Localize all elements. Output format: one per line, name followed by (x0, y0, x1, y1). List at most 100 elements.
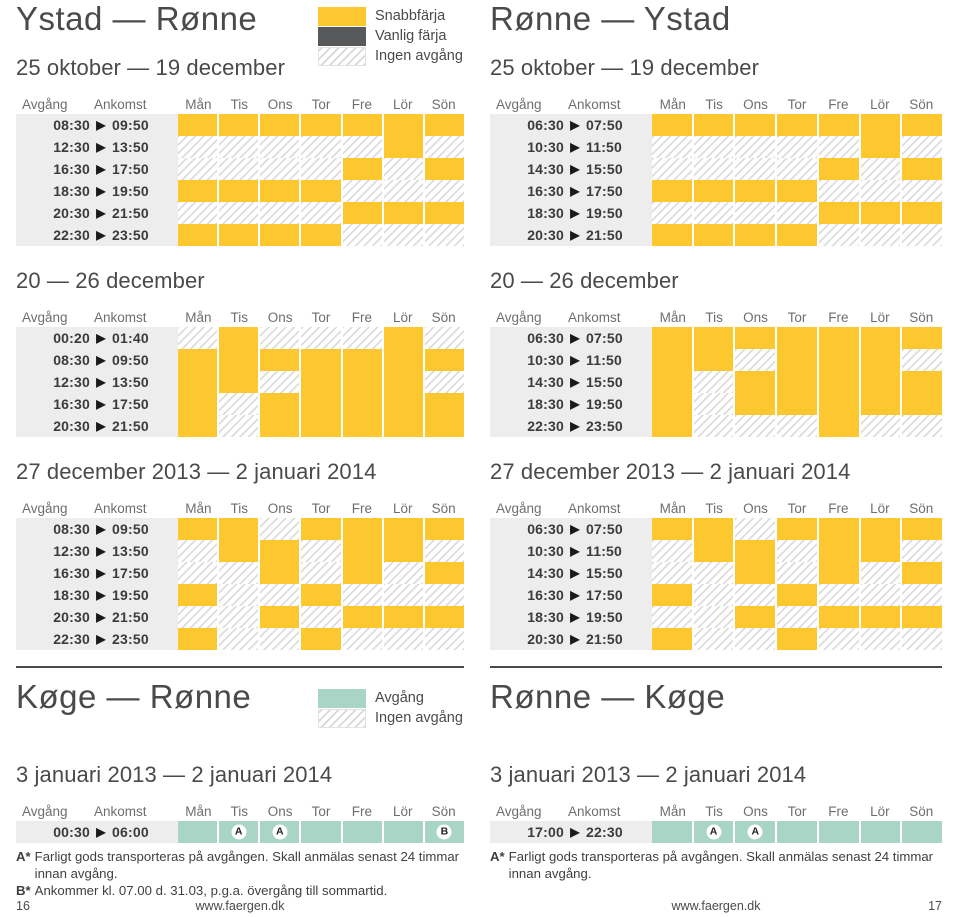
departure-cell-tis[interactable] (693, 517, 734, 540)
departure-cell-ons[interactable] (260, 561, 300, 584)
no-departure-cell-sön[interactable] (424, 583, 464, 606)
departure-cell-tor[interactable] (301, 113, 341, 136)
no-departure-cell-fre[interactable] (818, 583, 859, 606)
departure-cell-tor[interactable] (777, 370, 817, 393)
no-departure-cell-fre[interactable] (818, 135, 859, 158)
no-departure-cell-sön[interactable] (902, 135, 943, 158)
departure-cell-sön[interactable] (424, 201, 464, 224)
no-departure-cell-mån[interactable] (652, 539, 692, 562)
no-departure-cell-tis[interactable] (693, 627, 734, 650)
no-departure-cell-mån[interactable] (652, 157, 692, 180)
departure-cell-fre[interactable] (818, 201, 859, 224)
departure-cell-ons[interactable] (735, 539, 776, 562)
no-departure-cell-mån[interactable] (178, 157, 218, 180)
departure-cell-mån[interactable] (652, 223, 692, 246)
departure-cell-fre[interactable] (818, 157, 859, 180)
departure-cell-fre[interactable] (818, 414, 859, 437)
no-departure-cell-lör[interactable] (383, 179, 423, 202)
no-departure-cell-tor[interactable] (777, 561, 817, 584)
departure-cell-fre[interactable] (818, 539, 859, 562)
no-departure-cell-ons[interactable] (735, 135, 776, 158)
departure-cell-fre[interactable] (342, 561, 382, 584)
departure-cell-tis[interactable] (693, 113, 734, 136)
departure-cell-ons[interactable] (735, 561, 776, 584)
departure-cell-tis[interactable]: A (219, 821, 259, 844)
no-departure-cell-tis[interactable] (693, 392, 734, 415)
no-departure-cell-lör[interactable] (860, 223, 901, 246)
no-departure-cell-tis[interactable] (693, 135, 734, 158)
no-departure-cell-sön[interactable] (902, 179, 943, 202)
no-departure-cell-tor[interactable] (301, 326, 341, 349)
no-departure-cell-lör[interactable] (860, 414, 901, 437)
no-departure-cell-tis[interactable] (693, 583, 734, 606)
departure-cell-sön[interactable] (902, 370, 943, 393)
departure-cell-mån[interactable] (178, 370, 218, 393)
no-departure-cell-lör[interactable] (383, 223, 423, 246)
no-departure-cell-ons[interactable] (735, 157, 776, 180)
no-departure-cell-mån[interactable] (178, 135, 218, 158)
no-departure-cell-sön[interactable] (424, 627, 464, 650)
departure-cell-ons[interactable] (260, 392, 300, 415)
no-departure-cell-ons[interactable] (260, 201, 300, 224)
departure-cell-sön[interactable] (424, 517, 464, 540)
departure-cell-tor[interactable] (301, 392, 341, 415)
departure-cell-tor[interactable] (301, 517, 341, 540)
no-departure-cell-fre[interactable] (342, 179, 382, 202)
no-departure-cell-tor[interactable] (301, 157, 341, 180)
no-departure-cell-fre[interactable] (818, 627, 859, 650)
departure-cell-tor[interactable] (777, 326, 817, 349)
departure-cell-tor[interactable] (777, 179, 817, 202)
departure-cell-lör[interactable] (383, 392, 423, 415)
departure-cell-tor[interactable] (301, 179, 341, 202)
no-departure-cell-mån[interactable] (178, 539, 218, 562)
departure-cell-tor[interactable] (301, 348, 341, 371)
no-departure-cell-tis[interactable] (693, 561, 734, 584)
no-departure-cell-tor[interactable] (777, 157, 817, 180)
departure-cell-tor[interactable] (777, 113, 817, 136)
departure-cell-lör[interactable] (860, 539, 901, 562)
no-departure-cell-fre[interactable] (342, 223, 382, 246)
departure-cell-tor[interactable] (301, 821, 341, 844)
departure-cell-lör[interactable] (383, 326, 423, 349)
departure-cell-lör[interactable] (383, 605, 423, 628)
departure-cell-tor[interactable] (777, 223, 817, 246)
departure-cell-sön[interactable] (424, 414, 464, 437)
departure-cell-fre[interactable] (342, 348, 382, 371)
departure-cell-tis[interactable] (219, 113, 259, 136)
no-departure-cell-tis[interactable] (219, 561, 259, 584)
departure-cell-lör[interactable] (860, 821, 901, 844)
no-departure-cell-tis[interactable] (693, 414, 734, 437)
no-departure-cell-tis[interactable] (219, 583, 259, 606)
departure-cell-fre[interactable] (818, 561, 859, 584)
departure-cell-lör[interactable] (860, 135, 901, 158)
no-departure-cell-sön[interactable] (902, 223, 943, 246)
departure-cell-mån[interactable] (178, 583, 218, 606)
departure-cell-mån[interactable] (178, 179, 218, 202)
departure-cell-lör[interactable] (860, 605, 901, 628)
no-departure-cell-mån[interactable] (178, 201, 218, 224)
no-departure-cell-ons[interactable] (260, 157, 300, 180)
departure-cell-mån[interactable] (652, 179, 692, 202)
no-departure-cell-sön[interactable] (424, 223, 464, 246)
departure-cell-mån[interactable] (178, 821, 218, 844)
departure-cell-sön[interactable] (424, 605, 464, 628)
departure-cell-tor[interactable] (777, 392, 817, 415)
departure-cell-lör[interactable] (383, 370, 423, 393)
departure-cell-lör[interactable] (860, 348, 901, 371)
no-departure-cell-tor[interactable] (777, 605, 817, 628)
departure-cell-tis[interactable] (693, 223, 734, 246)
departure-cell-ons[interactable] (260, 539, 300, 562)
no-departure-cell-ons[interactable] (735, 201, 776, 224)
departure-cell-tis[interactable] (693, 179, 734, 202)
departure-cell-tis[interactable] (219, 539, 259, 562)
departure-cell-tor[interactable] (777, 583, 817, 606)
no-departure-cell-lör[interactable] (383, 627, 423, 650)
departure-cell-fre[interactable] (342, 605, 382, 628)
departure-cell-lör[interactable] (383, 517, 423, 540)
departure-cell-fre[interactable] (818, 348, 859, 371)
departure-cell-mån[interactable] (652, 517, 692, 540)
no-departure-cell-mån[interactable] (178, 561, 218, 584)
no-departure-cell-tor[interactable] (301, 605, 341, 628)
no-departure-cell-ons[interactable] (735, 583, 776, 606)
departure-cell-ons[interactable] (260, 348, 300, 371)
